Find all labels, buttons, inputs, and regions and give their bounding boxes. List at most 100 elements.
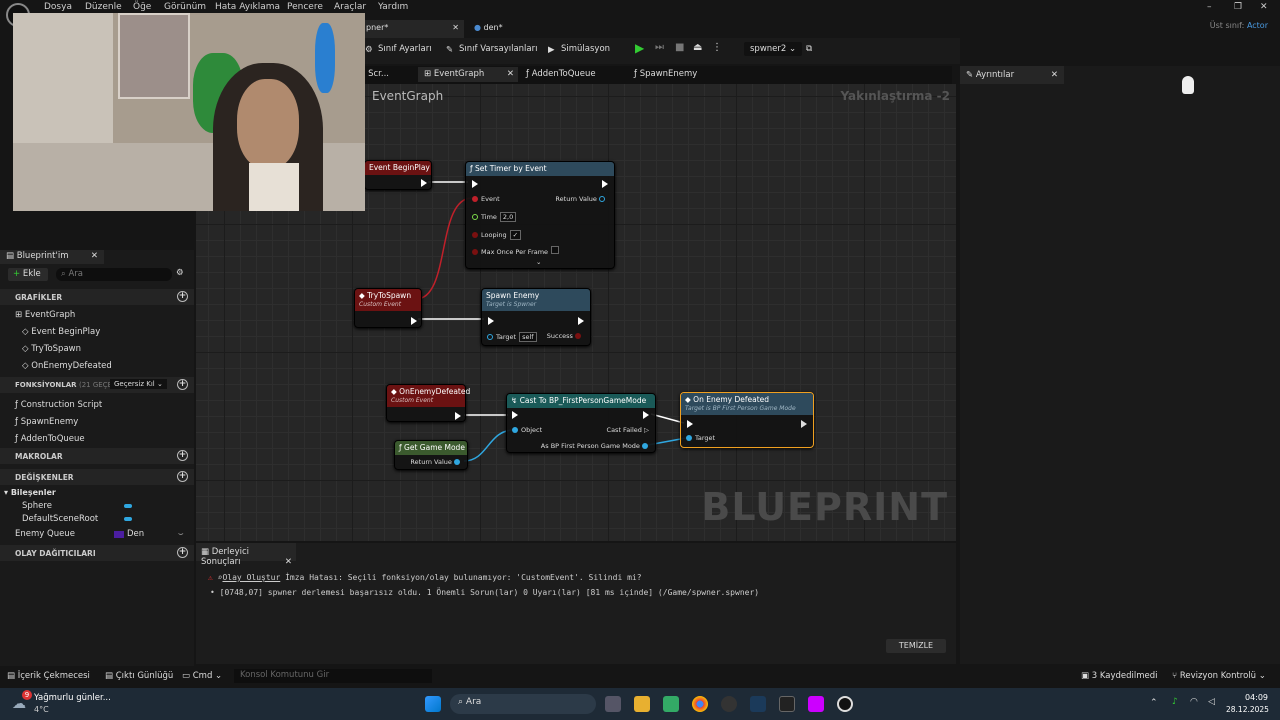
store-icon[interactable]	[663, 696, 679, 712]
time-pin[interactable]: Time 2,0	[472, 212, 517, 222]
object-pin[interactable]: Object	[512, 426, 542, 434]
cast-failed-pin[interactable]: Cast Failed ▷	[607, 426, 649, 434]
close-icon[interactable]: ✕	[1051, 70, 1058, 80]
eject-icon[interactable]: ⏏	[693, 42, 702, 53]
node-event-beginplay[interactable]: Event BeginPlay	[364, 160, 432, 190]
parent-class-value[interactable]: Actor	[1247, 21, 1268, 30]
wifi-icon[interactable]: ◠	[1190, 697, 1198, 707]
menu-tools[interactable]: Araçlar	[334, 2, 366, 12]
class-defaults-button[interactable]: ✎ Sınıf Varsayılanları	[446, 44, 537, 55]
doc-tab-den[interactable]: ● den*	[468, 20, 598, 38]
exec-out-pin[interactable]	[421, 179, 427, 187]
exec-in-pin[interactable]	[512, 411, 518, 419]
looping-checkbox[interactable]: ✓	[509, 230, 522, 240]
volume-icon[interactable]: ◁	[1208, 697, 1215, 707]
exec-out-pin[interactable]	[643, 411, 649, 419]
success-pin[interactable]: Success	[547, 332, 584, 340]
section-functions[interactable]: FONKSİYONLAR (21 GEÇERSİ Geçersiz Kıl ⌄ +	[0, 377, 194, 393]
expand-icon[interactable]: ⌄	[536, 258, 541, 266]
menu-debug[interactable]: Hata Ayıklama	[215, 2, 280, 12]
file-explorer-icon[interactable]	[634, 696, 650, 712]
node-spawn-enemy[interactable]: Spawn Enemy Target is Spwner Target self S…	[481, 288, 591, 346]
override-dropdown[interactable]: Geçersiz Kıl ⌄	[110, 379, 167, 389]
node-set-timer-by-event[interactable]: ƒ Set Timer by Event Event Return Value …	[465, 161, 615, 269]
tab-my-blueprint[interactable]: ▤ Blueprint'im ✕	[0, 250, 104, 264]
create-event-link[interactable]: Olay Oluştur	[222, 573, 280, 582]
menu-help[interactable]: Yardım	[378, 2, 408, 12]
exec-out-pin[interactable]	[602, 180, 608, 188]
debug-object-select[interactable]: spwner2 ⌄	[744, 42, 803, 56]
tab-compiler-results[interactable]: ▦ Derleyici Sonuçları ✕	[196, 543, 296, 567]
menu-view[interactable]: Görünüm	[164, 2, 206, 12]
console-input[interactable]: Konsol Komutunu Gir	[234, 669, 432, 683]
windows-start-icon[interactable]	[425, 696, 441, 712]
chevron-up-icon[interactable]: ⌃	[1150, 698, 1158, 708]
step-icon[interactable]: ⏭	[655, 42, 664, 53]
add-variable-icon[interactable]: +	[177, 471, 188, 482]
node-cast-to-bp-firstpersongamemode[interactable]: ↯ Cast To BP_FirstPersonGameMode Object …	[506, 393, 656, 453]
close-icon[interactable]: ✕	[91, 251, 98, 261]
simulation-button[interactable]: ▶ Simülasyon	[548, 44, 610, 55]
item-onenemydefeated[interactable]: ◇ OnEnemyDefeated	[0, 361, 194, 371]
close-icon[interactable]: ✕	[452, 23, 459, 32]
section-variables[interactable]: DEĞİŞKENLER +	[0, 469, 194, 485]
as-bp-pin[interactable]: As BP First Person Game Mode	[541, 442, 651, 450]
item-construction-script[interactable]: ƒ Construction Script	[0, 400, 194, 410]
clock-date[interactable]: 28.12.2025	[1226, 705, 1269, 714]
output-log-button[interactable]: ▤ Çıktı Günlüğü	[105, 671, 173, 681]
section-macros[interactable]: MAKROLAR +	[0, 448, 194, 464]
play-icon[interactable]: ▶	[635, 41, 644, 55]
looping-pin[interactable]: Looping ✓	[472, 230, 522, 240]
close-icon[interactable]: ✕	[285, 557, 292, 567]
item-eventgraph[interactable]: ⊞ EventGraph	[0, 310, 194, 320]
more-icon[interactable]: ⋮	[712, 42, 722, 53]
revision-control-button[interactable]: ⑂ Revizyon Kontrolü ⌄	[1172, 671, 1266, 681]
exec-out-pin[interactable]	[455, 412, 461, 420]
component-sphere[interactable]: Sphere	[0, 501, 194, 511]
return-value-pin[interactable]: Return Value	[410, 458, 463, 466]
target-pin[interactable]: Target	[686, 434, 715, 442]
unreal-engine-icon[interactable]	[837, 696, 853, 712]
target-value-field[interactable]: self	[519, 332, 537, 342]
minimize-icon[interactable]: –	[1207, 2, 1212, 12]
add-button[interactable]: + Ekle	[8, 268, 48, 281]
add-graph-icon[interactable]: +	[177, 291, 188, 302]
close-icon[interactable]: ✕	[1260, 2, 1268, 12]
weather-widget[interactable]: ☁ 9	[12, 690, 32, 714]
exec-out-pin[interactable]	[801, 420, 807, 428]
clock-time[interactable]: 04:09	[1230, 693, 1268, 702]
time-value-field[interactable]: 2,0	[499, 212, 517, 222]
menu-edit[interactable]: Düzenle	[85, 2, 122, 12]
event-pin[interactable]: Event	[472, 195, 500, 203]
variable-enemy-queue[interactable]: Enemy Queue Den ⌣	[0, 529, 194, 539]
component-defaultsceneroot[interactable]: DefaultSceneRoot	[0, 514, 194, 524]
tab-eventgraph[interactable]: ⊞ EventGraph ✕	[418, 67, 518, 82]
epic-games-icon[interactable]	[779, 696, 795, 712]
exec-in-pin[interactable]	[687, 420, 693, 428]
node-trytospawn[interactable]: ◆ TryToSpawn Custom Event	[354, 288, 422, 328]
item-event-beginplay[interactable]: ◇ Event BeginPlay	[0, 327, 194, 337]
node-on-enemy-defeated-function[interactable]: ◆ On Enemy Defeated Target is BP First Pe…	[680, 392, 814, 448]
add-function-icon[interactable]: +	[177, 379, 188, 390]
tab-addentoqueue[interactable]: ƒ AddenToQueue	[526, 69, 596, 79]
item-spawnenemy[interactable]: ƒ SpawnEnemy	[0, 417, 194, 427]
item-addentoqueue[interactable]: ƒ AddenToQueue	[0, 434, 194, 444]
components-header[interactable]: ▾ Bileşenler	[0, 488, 194, 497]
microphone-icon[interactable]: ♪	[1172, 697, 1178, 707]
node-get-game-mode[interactable]: ƒ Get Game Mode Return Value	[394, 440, 468, 470]
menu-file[interactable]: Dosya	[44, 2, 72, 12]
exec-in-pin[interactable]	[472, 180, 478, 188]
max-once-checkbox[interactable]	[551, 246, 560, 254]
doc-tab-spawner[interactable]: pner* ✕	[360, 20, 464, 38]
stop-icon[interactable]: ■	[675, 42, 684, 53]
section-event-dispatchers[interactable]: OLAY DAĞITICILARI +	[0, 545, 194, 561]
gear-icon[interactable]: ⚙	[176, 268, 184, 278]
maximize-icon[interactable]: ❐	[1234, 2, 1242, 12]
content-drawer-button[interactable]: ▤ İçerik Çekmecesi	[7, 671, 90, 681]
search-input[interactable]: ⌕ Ara	[56, 268, 172, 281]
menu-window[interactable]: Pencere	[287, 2, 323, 12]
close-icon[interactable]: ✕	[507, 69, 514, 79]
app-icon[interactable]	[808, 696, 824, 712]
taskbar-search[interactable]: ⌕ Ara	[450, 694, 596, 714]
browse-icon[interactable]: ⧉	[806, 44, 812, 54]
